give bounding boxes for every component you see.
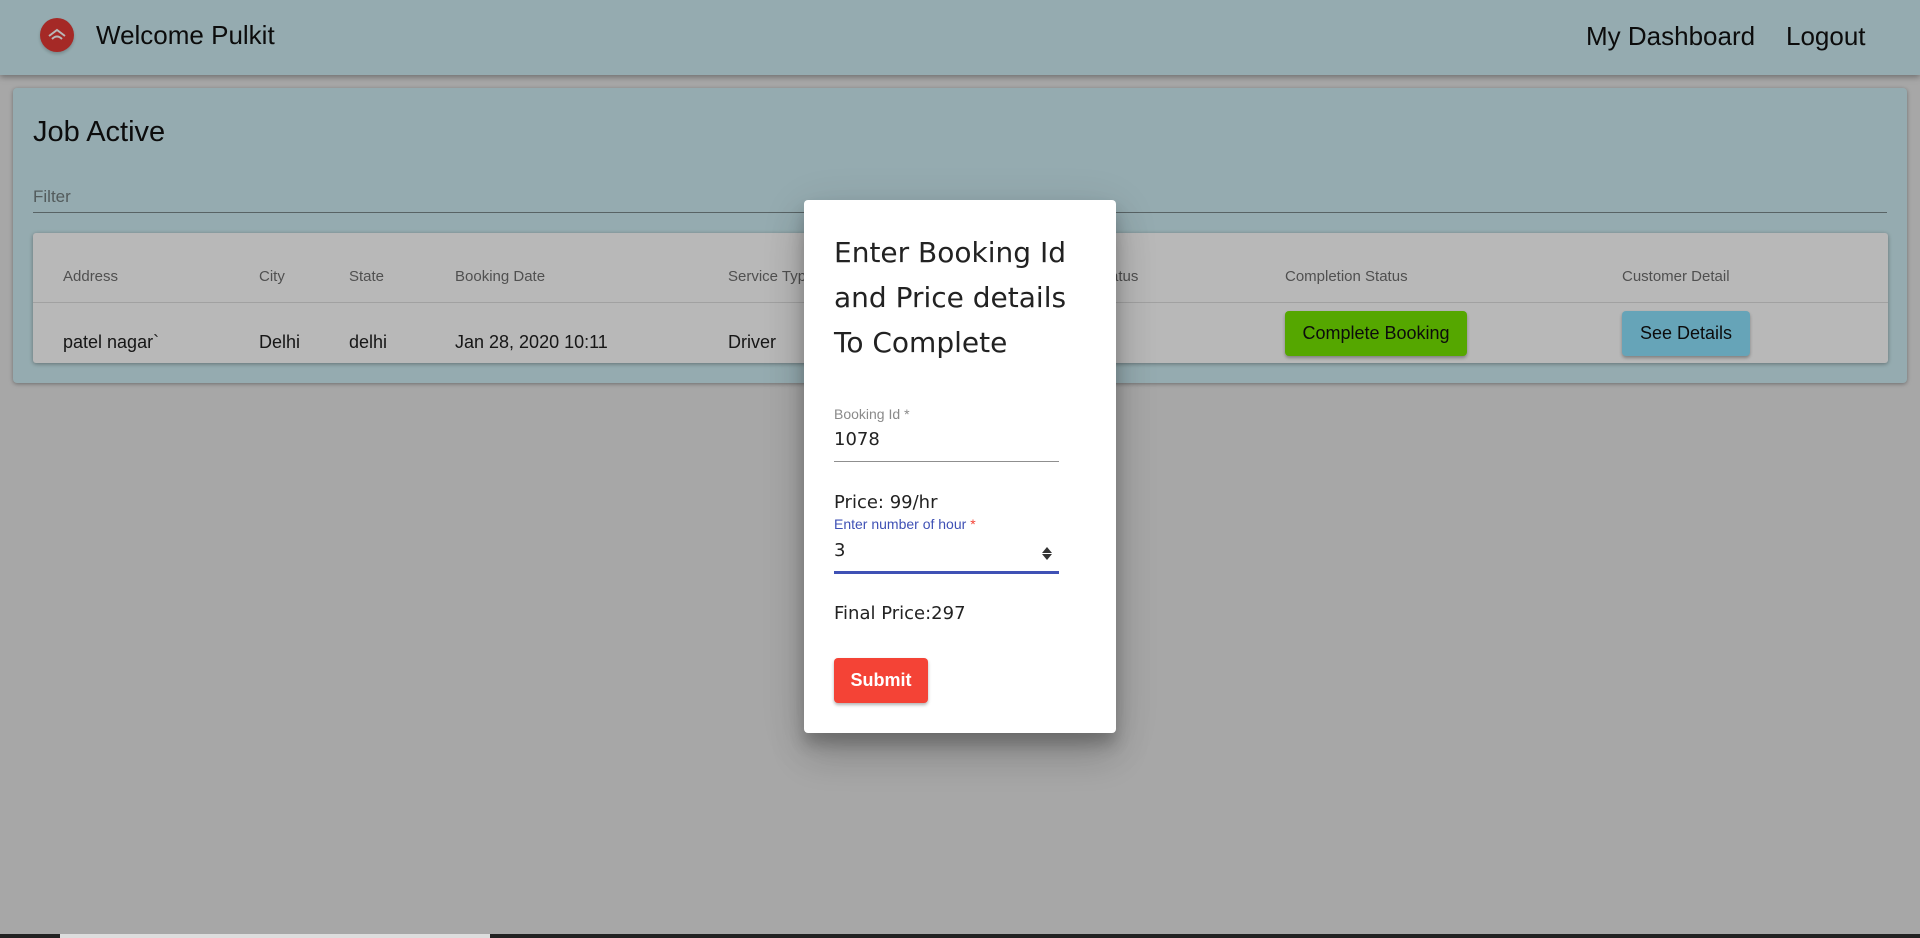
- bottom-strip-segment: [60, 934, 490, 938]
- booking-id-input[interactable]: [834, 429, 1059, 450]
- booking-id-required-mark: *: [904, 406, 910, 422]
- dialog-title: Enter Booking Id and Price details To Co…: [834, 236, 1067, 359]
- complete-booking-dialog: Enter Booking Id and Price details To Co…: [804, 200, 1116, 733]
- booking-id-label-text: Booking Id: [834, 406, 901, 422]
- hours-underline: [834, 571, 1059, 574]
- booking-id-underline: [834, 461, 1059, 462]
- submit-button[interactable]: Submit: [834, 658, 928, 703]
- booking-id-label: Booking Id *: [834, 406, 910, 422]
- stepper-up-icon[interactable]: [1042, 546, 1052, 553]
- stepper-down-icon[interactable]: [1042, 553, 1052, 560]
- final-price-text: Final Price:297: [834, 603, 966, 624]
- price-text: Price: 99/hr: [834, 492, 938, 513]
- bottom-strip: [0, 934, 1920, 938]
- hours-stepper[interactable]: [1040, 543, 1054, 563]
- hours-input[interactable]: [834, 540, 1034, 561]
- hours-label: Enter number of hour *: [834, 516, 976, 532]
- hours-label-text: Enter number of hour: [834, 516, 967, 532]
- hours-required-mark: *: [970, 516, 976, 532]
